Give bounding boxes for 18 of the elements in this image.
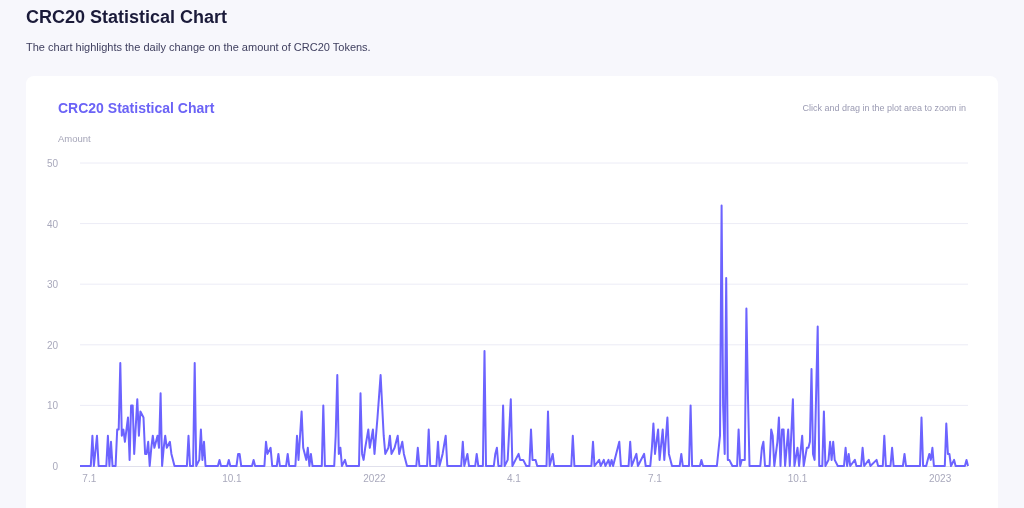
chart-title: CRC20 Statistical Chart — [58, 100, 215, 116]
y-tick-label: 40 — [46, 218, 58, 230]
x-tick-label: 7.1 — [82, 473, 97, 484]
x-tick-label: 10.1 — [787, 473, 808, 484]
x-tick-label: 10.1 — [222, 473, 242, 484]
y-tick-label: 50 — [46, 158, 58, 169]
x-tick-label: 2023 — [929, 473, 952, 484]
x-tick-label: 7.1 — [648, 473, 662, 484]
x-tick-label: 4.1 — [506, 473, 521, 484]
page-title: CRC20 Statistical Chart — [26, 6, 229, 28]
page-description: The chart highlights the daily change on the amount of CRC20 Tokens. — [26, 40, 372, 54]
y-tick-label: 10 — [46, 400, 58, 412]
y-axis-title: Amount — [57, 133, 92, 144]
y-tick-label: 30 — [46, 279, 58, 291]
y-tick-label: 0 — [52, 461, 58, 472]
y-tick-label: 20 — [46, 339, 58, 351]
x-tick-label: 2022 — [363, 473, 386, 484]
zoom-hint: Click and drag in the plot area to zoom in — [802, 103, 966, 113]
